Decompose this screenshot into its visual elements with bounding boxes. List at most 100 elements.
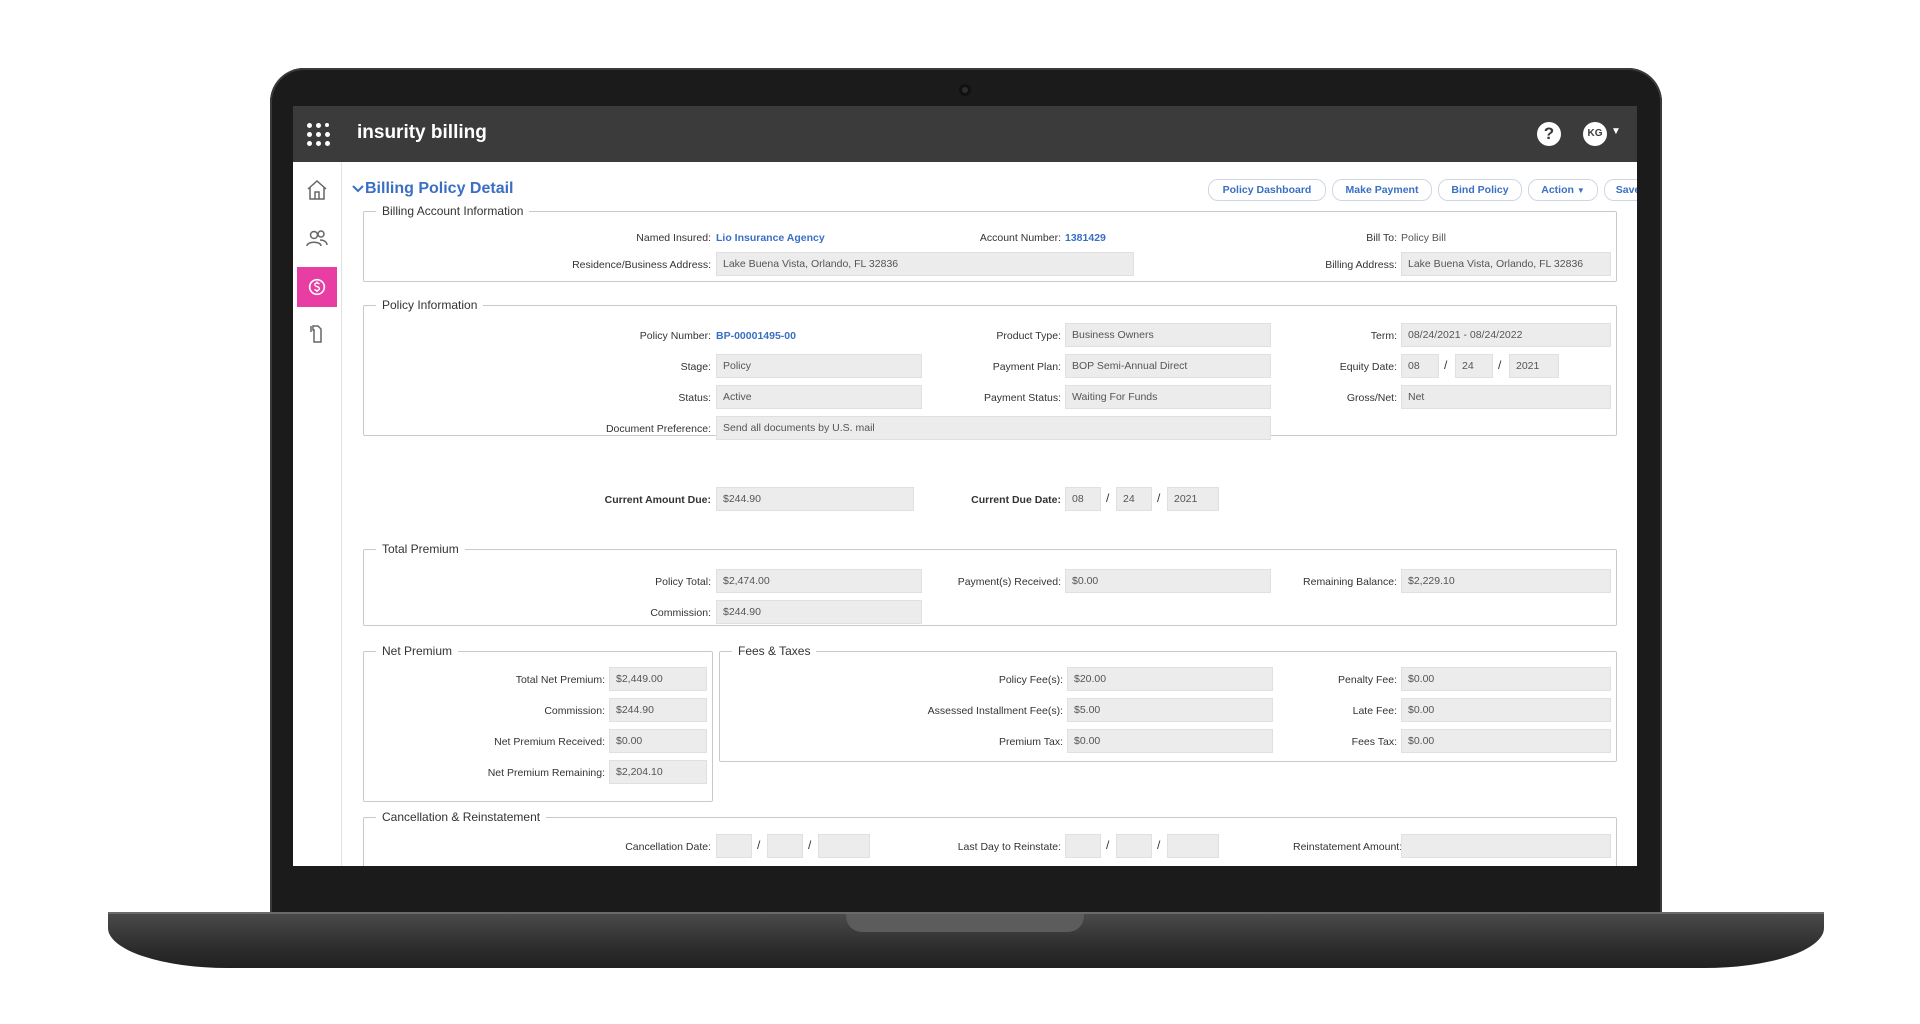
stage-label: Stage:	[680, 361, 711, 373]
billing-address-label: Billing Address:	[1325, 259, 1397, 271]
users-icon	[306, 230, 328, 247]
clipboard-icon	[310, 325, 322, 343]
chevron-down-icon[interactable]	[351, 182, 365, 196]
net-commission-field[interactable]: $244.90	[609, 698, 707, 722]
page-title: Billing Policy Detail	[365, 180, 514, 197]
reinstate-year-field[interactable]	[1167, 834, 1219, 858]
residence-field[interactable]: Lake Buena Vista, Orlando, FL 32836	[716, 252, 1134, 276]
app-title: insurity billing	[357, 122, 487, 143]
date-separator: /	[1498, 358, 1502, 372]
date-separator: /	[757, 838, 761, 852]
reinstate-day-field[interactable]	[1116, 834, 1152, 858]
term-label: Term:	[1370, 330, 1397, 342]
doc-preference-label: Document Preference:	[605, 423, 711, 435]
camera-icon	[959, 84, 971, 96]
date-separator: /	[1157, 491, 1161, 505]
section-legend: Total Premium	[382, 542, 459, 556]
section-legend: Cancellation & Reinstatement	[382, 810, 541, 824]
payments-received-label: Payment(s) Received:	[957, 576, 1061, 588]
cancel-month-field[interactable]	[716, 834, 752, 858]
equity-day-field[interactable]: 24	[1455, 354, 1493, 378]
date-separator: /	[1106, 491, 1110, 505]
penalty-fee-label: Penalty Fee:	[1338, 674, 1397, 686]
help-icon[interactable]: ?	[1537, 122, 1561, 146]
section-legend: Policy Information	[382, 298, 478, 312]
bill-to-label: Bill To:	[1366, 232, 1397, 244]
late-fee-field[interactable]: $0.00	[1401, 698, 1611, 722]
current-amount-due-label: Current Amount Due:	[604, 494, 711, 506]
save-button[interactable]: Save	[1604, 179, 1637, 201]
payment-status-field[interactable]: Waiting For Funds	[1065, 385, 1271, 409]
late-fee-label: Late Fee:	[1352, 705, 1397, 717]
installment-fees-label: Assessed Installment Fee(s):	[927, 705, 1063, 717]
action-label: Action	[1541, 184, 1574, 196]
stage-field[interactable]: Policy	[716, 354, 922, 378]
gross-net-field[interactable]: Net	[1401, 385, 1611, 409]
installment-fees-field[interactable]: $5.00	[1067, 698, 1273, 722]
dollar-icon	[308, 278, 326, 296]
product-type-field[interactable]: Business Owners	[1065, 323, 1271, 347]
user-avatar[interactable]: KG	[1583, 122, 1607, 146]
named-insured-link[interactable]: Lio Insurance Agency	[716, 232, 825, 244]
payment-plan-field[interactable]: BOP Semi-Annual Direct	[1065, 354, 1271, 378]
product-type-label: Product Type:	[996, 330, 1061, 342]
policy-fees-field[interactable]: $20.00	[1067, 667, 1273, 691]
remaining-balance-field[interactable]: $2,229.10	[1401, 569, 1611, 593]
term-field[interactable]: 08/24/2021 - 08/24/2022	[1401, 323, 1611, 347]
equity-date-label: Equity Date:	[1339, 361, 1397, 373]
date-separator: /	[1106, 838, 1110, 852]
penalty-fee-field[interactable]: $0.00	[1401, 667, 1611, 691]
named-insured-label: Named Insured:	[636, 232, 711, 244]
sidebar-item-billing[interactable]	[297, 267, 337, 307]
section-legend: Billing Account Information	[382, 204, 524, 218]
equity-month-field[interactable]: 08	[1401, 354, 1439, 378]
policy-total-label: Policy Total:	[655, 576, 711, 588]
bind-policy-button[interactable]: Bind Policy	[1438, 179, 1522, 201]
sidebar-item-documents[interactable]	[297, 314, 337, 354]
doc-preference-field[interactable]: Send all documents by U.S. mail	[716, 416, 1271, 440]
cancel-year-field[interactable]	[818, 834, 870, 858]
cancellation-date-label: Cancellation Date:	[625, 841, 711, 853]
net-remaining-label: Net Premium Remaining:	[487, 767, 605, 779]
sidebar-item-users[interactable]	[297, 218, 337, 258]
action-button[interactable]: Action ▼	[1528, 179, 1598, 201]
equity-year-field[interactable]: 2021	[1509, 354, 1559, 378]
current-due-date-label: Current Due Date:	[971, 494, 1061, 506]
due-year-field[interactable]: 2021	[1167, 487, 1219, 511]
top-bar: insurity billing ? KG ▼	[293, 106, 1637, 162]
reinstate-month-field[interactable]	[1065, 834, 1101, 858]
policy-dashboard-button[interactable]: Policy Dashboard	[1208, 179, 1326, 201]
due-month-field[interactable]: 08	[1065, 487, 1101, 511]
current-amount-due-field[interactable]: $244.90	[716, 487, 914, 511]
cancel-day-field[interactable]	[767, 834, 803, 858]
section-legend: Fees & Taxes	[738, 644, 811, 658]
fees-tax-field[interactable]: $0.00	[1401, 729, 1611, 753]
remaining-balance-label: Remaining Balance:	[1303, 576, 1397, 588]
payments-received-field[interactable]: $0.00	[1065, 569, 1271, 593]
account-number-link[interactable]: 1381429	[1065, 232, 1106, 244]
sidebar-item-home[interactable]	[297, 170, 337, 210]
sidebar	[293, 162, 342, 866]
policy-number-link[interactable]: BP-00001495-00	[716, 330, 796, 342]
total-net-premium-field[interactable]: $2,449.00	[609, 667, 707, 691]
payment-status-label: Payment Status:	[983, 392, 1061, 404]
chevron-down-icon[interactable]: ▼	[1611, 126, 1621, 137]
status-field[interactable]: Active	[716, 385, 922, 409]
billing-address-field[interactable]: Lake Buena Vista, Orlando, FL 32836	[1401, 252, 1611, 276]
due-day-field[interactable]: 24	[1116, 487, 1152, 511]
commission-field[interactable]: $244.90	[716, 600, 922, 624]
premium-tax-field[interactable]: $0.00	[1067, 729, 1273, 753]
account-number-label: Account Number:	[979, 232, 1061, 244]
net-received-field[interactable]: $0.00	[609, 729, 707, 753]
net-remaining-field[interactable]: $2,204.10	[609, 760, 707, 784]
premium-tax-label: Premium Tax:	[999, 736, 1063, 748]
net-commission-label: Commission:	[544, 705, 605, 717]
app-grid-icon[interactable]	[307, 123, 331, 147]
net-received-label: Net Premium Received:	[494, 736, 605, 748]
date-separator: /	[808, 838, 812, 852]
make-payment-button[interactable]: Make Payment	[1332, 179, 1432, 201]
residence-label: Residence/Business Address:	[572, 259, 711, 271]
policy-total-field[interactable]: $2,474.00	[716, 569, 922, 593]
reinstatement-amount-field[interactable]	[1401, 834, 1611, 858]
gross-net-label: Gross/Net:	[1346, 392, 1397, 404]
